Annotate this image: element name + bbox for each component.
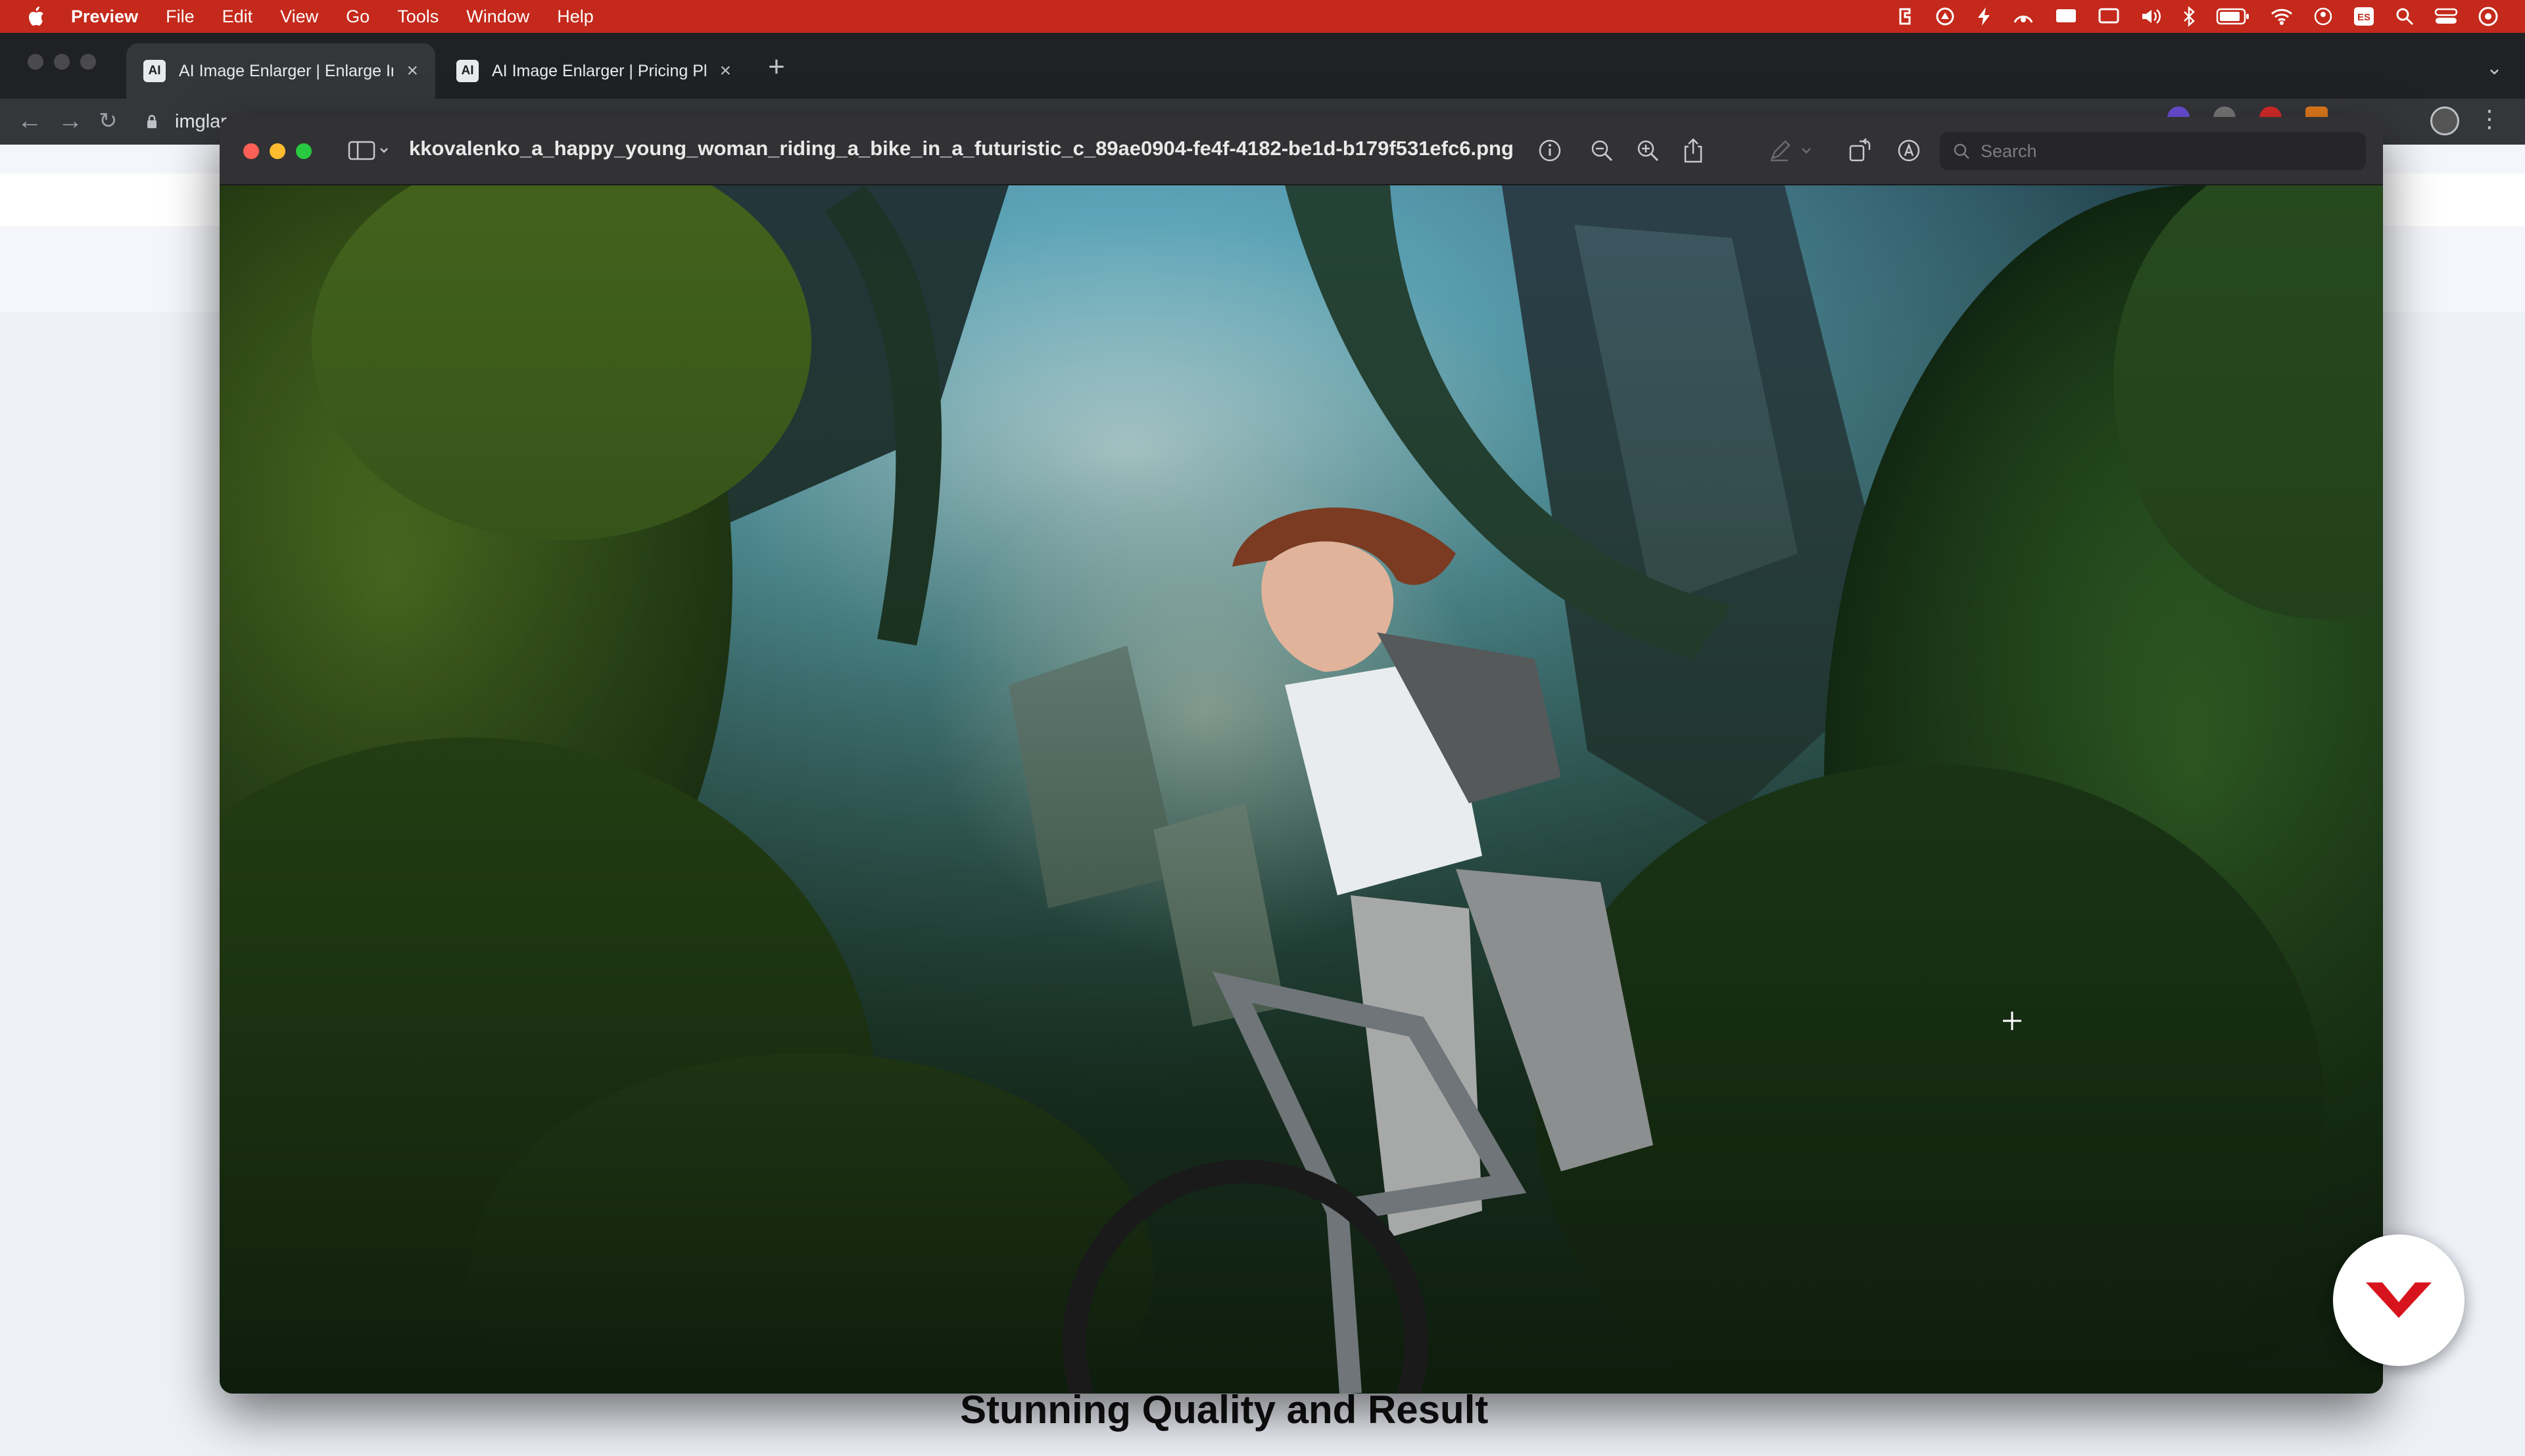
chrome-menu-icon[interactable]: ⋮ — [2478, 105, 2501, 133]
new-tab-icon[interactable]: + — [768, 53, 785, 82]
sidebar-toggle-icon[interactable] — [346, 135, 396, 166]
apple-icon[interactable] — [0, 6, 71, 27]
page-heading: Stunning Quality and Result — [960, 1388, 1489, 1432]
tab-pricing[interactable]: AI AI Image Enlarger | Pricing Plan × — [439, 43, 748, 99]
status-icons: ES — [1895, 0, 2525, 33]
tab-strip: AI AI Image Enlarger | Enlarge Ima × AI … — [0, 33, 2525, 99]
lock-icon — [147, 114, 156, 128]
search-icon — [1954, 143, 1969, 159]
ai-favicon-icon: AI — [143, 60, 166, 82]
preview-titlebar: kkovalenko_a_happy_young_woman_riding_a_… — [220, 117, 2383, 185]
menu-file[interactable]: File — [152, 7, 208, 27]
close-button[interactable] — [243, 143, 259, 159]
minimize-button[interactable] — [270, 143, 285, 159]
menu-window[interactable]: Window — [452, 7, 543, 27]
share-icon[interactable] — [1678, 135, 1708, 166]
bluetooth-icon[interactable] — [2182, 6, 2196, 27]
rotate-icon[interactable] — [1845, 135, 1875, 166]
battery-icon[interactable] — [2216, 7, 2250, 26]
menu-preview[interactable]: Preview — [71, 7, 152, 27]
search-field[interactable]: Search — [1940, 132, 2366, 170]
menu-bar: Preview File Edit View Go Tools Window H… — [0, 0, 2525, 33]
forward-icon[interactable]: → — [58, 108, 83, 134]
close-window-button[interactable] — [28, 54, 43, 70]
input-source-icon[interactable]: ES — [2353, 6, 2375, 27]
tray-icon-2[interactable] — [1935, 6, 1956, 27]
back-icon[interactable]: ← — [17, 108, 42, 134]
menu-tools[interactable]: Tools — [383, 7, 452, 27]
markup-toolbar-icon[interactable] — [1894, 135, 1924, 166]
spotlight-search-icon[interactable] — [2395, 7, 2415, 26]
zoom-out-icon[interactable] — [1587, 135, 1617, 166]
reload-icon[interactable]: ↻ — [99, 108, 118, 134]
volume-icon[interactable] — [2140, 7, 2162, 26]
tab-title: AI Image Enlarger | Pricing Plan — [492, 61, 707, 80]
menu-help[interactable]: Help — [543, 7, 608, 27]
minimize-window-button[interactable] — [54, 54, 70, 70]
tray-icon-3[interactable] — [2012, 7, 2034, 26]
menu-edit[interactable]: Edit — [208, 7, 267, 27]
tab-title: AI Image Enlarger | Enlarge Ima — [179, 61, 394, 80]
document-title: kkovalenko_a_happy_young_woman_riding_a_… — [409, 137, 1514, 160]
bolt-icon[interactable] — [1975, 6, 1992, 27]
control-center-icon[interactable] — [2434, 7, 2458, 26]
preview-window: kkovalenko_a_happy_young_woman_riding_a_… — [220, 117, 2383, 1394]
ai-favicon-icon: AI — [456, 60, 479, 82]
wifi-icon[interactable] — [2270, 7, 2294, 26]
profile-avatar[interactable] — [2430, 106, 2459, 135]
tab-search-chevron-icon[interactable]: ⌄ — [2486, 57, 2503, 80]
notification-icon[interactable] — [2054, 7, 2078, 26]
info-icon[interactable] — [1535, 135, 1565, 166]
close-tab-icon[interactable]: × — [406, 60, 418, 82]
highlight-menu-chevron-icon[interactable] — [1798, 135, 1815, 166]
fullscreen-button[interactable] — [296, 143, 312, 159]
search-placeholder: Search — [1981, 141, 2037, 161]
close-tab-icon[interactable]: × — [719, 60, 731, 82]
svg-text:ES: ES — [2357, 12, 2370, 23]
site-chat-widget-button[interactable] — [2333, 1234, 2465, 1366]
tray-icon-1[interactable] — [1895, 7, 1915, 26]
highlight-pen-icon[interactable] — [1765, 135, 1795, 166]
tab-enlarge[interactable]: AI AI Image Enlarger | Enlarge Ima × — [126, 43, 435, 99]
zoom-window-button[interactable] — [80, 54, 96, 70]
user-icon[interactable] — [2313, 7, 2333, 26]
display-icon[interactable] — [2098, 7, 2120, 26]
menu-view[interactable]: View — [266, 7, 332, 27]
menu-go[interactable]: Go — [332, 7, 383, 27]
siri-icon[interactable] — [2478, 6, 2499, 27]
preview-image[interactable] — [220, 185, 2383, 1394]
zoom-in-icon[interactable] — [1633, 135, 1663, 166]
brand-logo-icon — [2366, 1282, 2432, 1318]
